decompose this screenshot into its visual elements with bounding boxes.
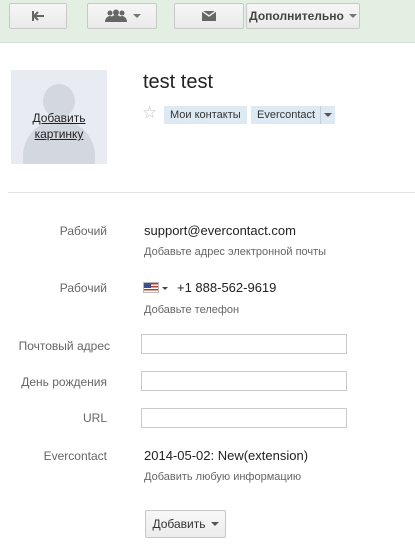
group-chip-evercontact[interactable]: Evercontact	[251, 106, 336, 124]
url-label: URL	[82, 411, 107, 425]
star-icon[interactable]: ☆	[142, 104, 159, 121]
chevron-down-icon[interactable]	[162, 287, 168, 290]
birthday-field[interactable]	[141, 371, 347, 391]
email-label: Рабочий	[59, 224, 107, 238]
add-field-button[interactable]: Добавить	[145, 510, 226, 538]
more-label: Дополнительно	[249, 9, 344, 23]
chip-label: Мои контакты	[170, 109, 241, 121]
contact-name: test test	[143, 71, 214, 93]
divider	[8, 192, 415, 193]
phone-value[interactable]: +1 888-562-9619	[177, 280, 276, 295]
phone-label: Рабочий	[59, 281, 107, 295]
chevron-down-icon	[348, 14, 357, 18]
add-custom-link[interactable]: Добавить любую информацию	[144, 471, 301, 483]
group-chip-my-contacts[interactable]: Мои контакты	[164, 106, 247, 124]
custom-value[interactable]: 2014-05-02: New(extension)	[144, 448, 308, 463]
mail-icon	[202, 11, 216, 21]
back-button[interactable]	[9, 3, 67, 29]
chevron-down-icon	[132, 14, 141, 18]
address-label: Почтовый адрес	[18, 339, 110, 353]
us-flag-icon[interactable]	[143, 282, 159, 293]
add-email-link[interactable]: Добавьте адрес электронной почты	[144, 246, 326, 258]
add-photo-link[interactable]: Добавить картинку	[11, 110, 107, 142]
add-phone-link[interactable]: Добавьте телефон	[144, 304, 239, 316]
people-icon	[104, 9, 127, 22]
back-arrow-icon	[32, 11, 44, 21]
birthday-label: День рождения	[21, 375, 107, 389]
custom-label: Evercontact	[43, 449, 107, 463]
groups-button[interactable]	[87, 3, 157, 29]
contact-photo[interactable]: Добавить картинку	[11, 70, 107, 164]
chevron-down-icon[interactable]	[320, 106, 335, 124]
email-value[interactable]: support@evercontact.com	[144, 223, 296, 238]
toolbar: Дополнительно	[0, 0, 415, 43]
more-button[interactable]: Дополнительно	[246, 3, 360, 29]
chip-label: Evercontact	[257, 109, 316, 121]
address-field[interactable]	[141, 334, 347, 354]
email-button[interactable]	[174, 3, 244, 29]
url-field[interactable]	[141, 408, 347, 428]
add-button-label: Добавить	[152, 517, 206, 531]
chevron-down-icon	[210, 522, 219, 526]
